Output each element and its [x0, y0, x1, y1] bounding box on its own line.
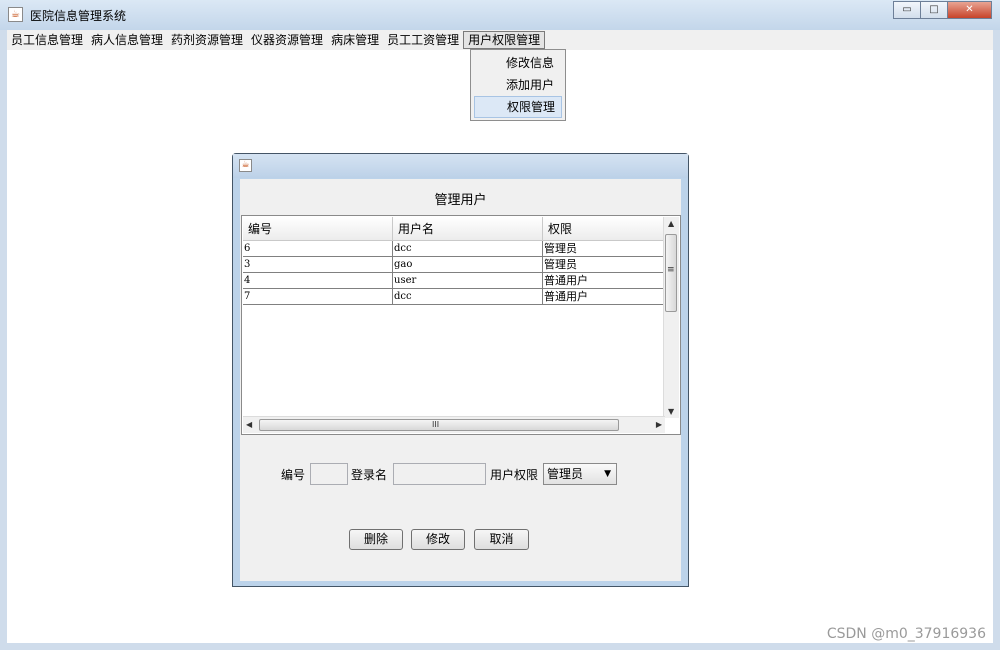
dialog-heading: 管理用户 — [434, 193, 487, 208]
menu-item-permission-management[interactable]: 权限管理 — [474, 96, 562, 118]
cell-permission: 管理员 — [543, 257, 665, 273]
scroll-down-icon[interactable]: ▼ — [668, 407, 674, 416]
window-controls: ▭ □ ✕ — [893, 1, 992, 19]
menu-equipment[interactable]: 仪器资源管理 — [247, 31, 327, 49]
permissions-dropdown-menu: 修改信息 添加用户 权限管理 — [470, 49, 566, 121]
cell-permission: 普通用户 — [543, 289, 665, 305]
close-button[interactable]: ✕ — [947, 1, 992, 19]
window-titlebar[interactable]: ☕ 医院信息管理系统 ▭ □ ✕ — [0, 0, 1000, 31]
menu-user-permissions[interactable]: 用户权限管理 — [463, 31, 546, 49]
scroll-up-icon[interactable]: ▲ — [668, 219, 674, 228]
id-label: 编号 — [281, 468, 306, 482]
menu-item-add-user[interactable]: 添加用户 — [474, 74, 562, 96]
scroll-right-icon[interactable]: ▶ — [656, 420, 662, 429]
vertical-scrollbar[interactable]: ▲ ≡ ▼ — [663, 217, 679, 418]
scroll-left-icon[interactable]: ◀ — [246, 420, 252, 429]
menu-beds[interactable]: 病床管理 — [327, 31, 383, 49]
dialog-body: 管理用户 编号 用户名 权限 6 dcc 管理员 3 gao 管理员 4 use… — [240, 179, 681, 581]
users-table: 编号 用户名 权限 6 dcc 管理员 3 gao 管理员 4 user 普通用… — [241, 215, 681, 435]
window-title: 医院信息管理系统 — [30, 9, 127, 23]
window-frame-right — [993, 30, 1000, 650]
table-row[interactable]: 3 gao 管理员 — [243, 257, 665, 273]
grip-icon: III — [432, 420, 440, 429]
id-input[interactable] — [310, 463, 348, 485]
horizontal-scrollbar[interactable]: ◀ III ▶ — [243, 416, 665, 433]
table-body: 6 dcc 管理员 3 gao 管理员 4 user 普通用户 7 dcc 普通… — [243, 241, 665, 305]
cell-id: 7 — [243, 289, 393, 305]
menu-salary[interactable]: 员工工资管理 — [383, 31, 463, 49]
login-name-input[interactable] — [393, 463, 486, 485]
cancel-button[interactable]: 取消 — [474, 529, 529, 550]
menu-employee-info[interactable]: 员工信息管理 — [7, 31, 87, 49]
modify-button[interactable]: 修改 — [411, 529, 465, 550]
maximize-button[interactable]: □ — [920, 1, 948, 19]
minimize-button[interactable]: ▭ — [893, 1, 921, 19]
table-row[interactable]: 6 dcc 管理员 — [243, 241, 665, 257]
cell-username: gao — [393, 257, 543, 273]
user-edit-form: 编号 登录名 用户权限 管理员 ▼ — [240, 462, 681, 486]
manage-users-dialog: ☕ 管理用户 编号 用户名 权限 6 dcc 管理员 3 gao 管理员 4 u… — [232, 153, 689, 587]
table-header: 编号 用户名 权限 — [243, 217, 665, 241]
menu-bar: 员工信息管理 病人信息管理 药剂资源管理 仪器资源管理 病床管理 员工工资管理 … — [7, 30, 993, 50]
cell-permission: 普通用户 — [543, 273, 665, 289]
column-header-username[interactable]: 用户名 — [393, 217, 543, 241]
role-select[interactable]: 管理员 ▼ — [543, 463, 617, 485]
role-select-value: 管理员 — [547, 467, 584, 481]
vertical-scroll-thumb[interactable]: ≡ — [665, 234, 677, 312]
watermark: CSDN @m0_37916936 — [826, 626, 986, 642]
cell-id: 3 — [243, 257, 393, 273]
dialog-titlebar[interactable]: ☕ — [233, 154, 688, 178]
column-header-id[interactable]: 编号 — [243, 217, 393, 241]
menu-item-modify-info[interactable]: 修改信息 — [474, 52, 562, 74]
grip-icon: ≡ — [667, 265, 675, 275]
java-cup-icon: ☕ — [8, 7, 23, 22]
window-frame-bottom — [0, 643, 1000, 650]
login-name-label: 登录名 — [351, 468, 388, 482]
delete-button[interactable]: 删除 — [349, 529, 403, 550]
role-label: 用户权限 — [490, 468, 539, 482]
menu-patient-info[interactable]: 病人信息管理 — [87, 31, 167, 49]
horizontal-scroll-thumb[interactable]: III — [259, 419, 619, 431]
cell-permission: 管理员 — [543, 241, 665, 257]
menu-pharmacy[interactable]: 药剂资源管理 — [167, 31, 247, 49]
java-cup-icon: ☕ — [239, 159, 252, 172]
cell-id: 6 — [243, 241, 393, 257]
cell-id: 4 — [243, 273, 393, 289]
cell-username: dcc — [393, 289, 543, 305]
cell-username: dcc — [393, 241, 543, 257]
chevron-down-icon: ▼ — [604, 469, 611, 479]
cell-username: user — [393, 273, 543, 289]
table-row[interactable]: 4 user 普通用户 — [243, 273, 665, 289]
window-frame-left — [0, 30, 7, 650]
table-row[interactable]: 7 dcc 普通用户 — [243, 289, 665, 305]
column-header-permission[interactable]: 权限 — [543, 217, 665, 241]
